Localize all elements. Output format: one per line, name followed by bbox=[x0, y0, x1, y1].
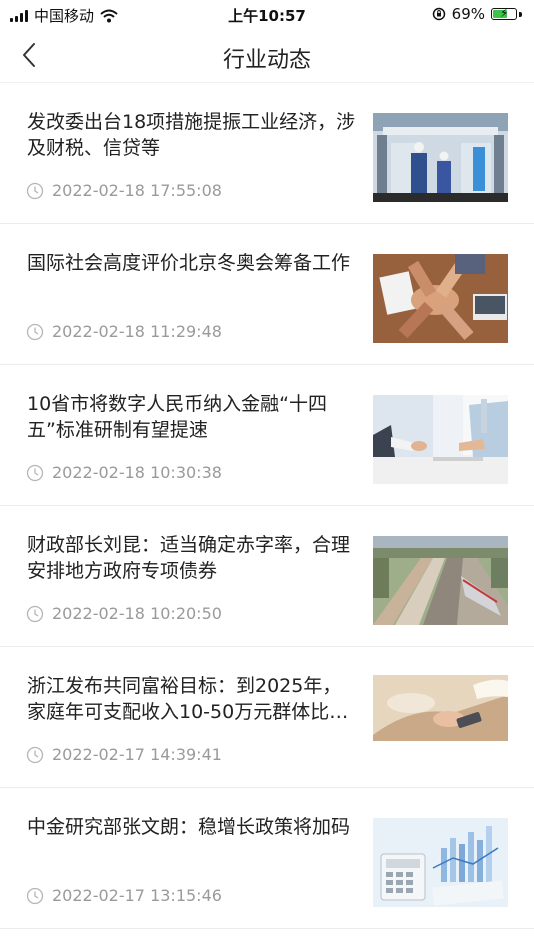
battery-icon: ⚡ bbox=[491, 6, 517, 20]
news-datetime: 2022-02-18 10:30:38 bbox=[52, 463, 222, 482]
news-list: 发改委出台18项措施提振工业经济，涉及财税、信贷等 2022-02-18 17:… bbox=[0, 83, 534, 929]
railway-train-image[interactable] bbox=[373, 536, 508, 625]
nav-bar: 行业动态 bbox=[0, 28, 534, 83]
battery-tip bbox=[519, 11, 522, 17]
news-datetime: 2022-02-17 14:39:41 bbox=[52, 745, 222, 764]
news-item[interactable]: 发改委出台18项措施提振工业经济，涉及财税、信贷等 2022-02-18 17:… bbox=[0, 83, 534, 224]
news-datetime: 2022-02-18 17:55:08 bbox=[52, 181, 222, 200]
status-bar: 中国移动 上午10:57 69% ⚡ bbox=[0, 0, 534, 28]
status-right: 69% ⚡ bbox=[432, 5, 522, 23]
news-item[interactable]: 中金研究部张文朗：稳增长政策将加码 2022-02-17 13:15:46 bbox=[0, 788, 534, 929]
news-datetime: 2022-02-18 11:29:48 bbox=[52, 322, 222, 341]
news-title[interactable]: 浙江发布共同富裕目标：到2025年，家庭年可支配收入10-50万元群体比例达80… bbox=[27, 673, 357, 725]
news-item[interactable]: 10省市将数字人民币纳入金融“十四五”标准研制有望提速 2022-02-18 1… bbox=[0, 365, 534, 506]
news-title[interactable]: 财政部长刘昆：适当确定赤字率，合理安排地方政府专项债券 bbox=[27, 532, 357, 584]
team-hands-image[interactable] bbox=[373, 254, 508, 343]
news-meta: 2022-02-17 13:15:46 bbox=[26, 886, 222, 905]
news-meta: 2022-02-18 10:20:50 bbox=[26, 604, 222, 623]
news-title[interactable]: 发改委出台18项措施提振工业经济，涉及财税、信贷等 bbox=[27, 109, 357, 161]
factory-workers-image[interactable] bbox=[373, 113, 508, 202]
calculator-chart-image[interactable] bbox=[373, 818, 508, 907]
clock-icon bbox=[26, 746, 44, 763]
battery-percent: 69% bbox=[451, 5, 485, 23]
news-meta: 2022-02-18 11:29:48 bbox=[26, 322, 222, 341]
page-title: 行业动态 bbox=[222, 48, 311, 73]
news-title[interactable]: 国际社会高度评价北京冬奥会筹备工作 bbox=[27, 250, 357, 276]
news-item[interactable]: 国际社会高度评价北京冬奥会筹备工作 2022-02-18 11:29:48 bbox=[0, 224, 534, 365]
news-datetime: 2022-02-17 13:15:46 bbox=[52, 886, 222, 905]
clock-icon bbox=[26, 605, 44, 622]
news-item[interactable]: 浙江发布共同富裕目标：到2025年，家庭年可支配收入10-50万元群体比例达80… bbox=[0, 647, 534, 788]
orientation-lock-icon bbox=[432, 7, 445, 21]
clock-icon bbox=[26, 887, 44, 904]
news-title[interactable]: 10省市将数字人民币纳入金融“十四五”标准研制有望提速 bbox=[27, 391, 357, 443]
business-handshake-image[interactable] bbox=[373, 395, 508, 484]
news-datetime: 2022-02-18 10:20:50 bbox=[52, 604, 222, 623]
news-meta: 2022-02-18 10:30:38 bbox=[26, 463, 222, 482]
clock-icon bbox=[26, 323, 44, 340]
clock-icon bbox=[26, 182, 44, 199]
phone-hand-image[interactable] bbox=[373, 675, 508, 741]
news-item[interactable]: 财政部长刘昆：适当确定赤字率，合理安排地方政府专项债券 2022-02-18 1… bbox=[0, 506, 534, 647]
clock-icon bbox=[26, 464, 44, 481]
news-meta: 2022-02-18 17:55:08 bbox=[26, 181, 222, 200]
news-meta: 2022-02-17 14:39:41 bbox=[26, 745, 222, 764]
news-title[interactable]: 中金研究部张文朗：稳增长政策将加码 bbox=[27, 814, 357, 840]
